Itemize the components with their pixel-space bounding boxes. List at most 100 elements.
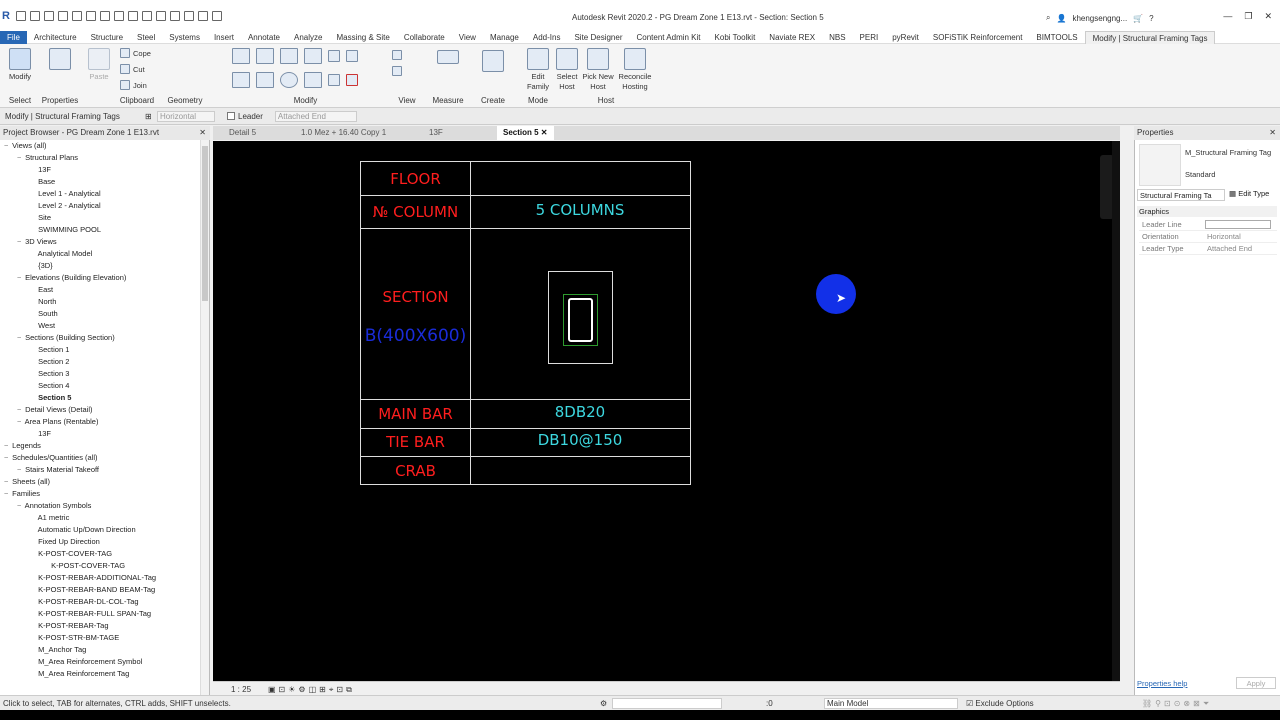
browser-item[interactable]: Section 4 xyxy=(30,380,69,392)
browser-item[interactable]: {3D} xyxy=(30,260,53,272)
property-value[interactable]: Attached End xyxy=(1207,243,1252,255)
ribbon-tab-pyrevit[interactable]: pyRevit xyxy=(885,31,926,44)
leader-checkbox[interactable] xyxy=(227,112,235,120)
browser-item[interactable]: A1 metric xyxy=(30,512,70,524)
browser-item[interactable]: K-POST-STR-BM-TAGE xyxy=(30,632,119,644)
close-hidden-icon[interactable] xyxy=(198,11,208,21)
align-icon[interactable] xyxy=(232,48,250,64)
property-value[interactable]: Horizontal xyxy=(1207,231,1241,243)
selection-filter-icons[interactable]: ⛓⚲⊡⊙⊗⊠⏷ xyxy=(1142,696,1212,711)
redo-icon[interactable] xyxy=(72,11,82,21)
browser-item[interactable]: K-POST-REBAR-DL-COL-Tag xyxy=(30,596,138,608)
ribbon-tab-peri[interactable]: PERI xyxy=(853,31,886,44)
browser-item[interactable]: K-POST-COVER-TAG xyxy=(30,548,112,560)
ribbon-tab-systems[interactable]: Systems xyxy=(162,31,207,44)
ribbon-tab-collaborate[interactable]: Collaborate xyxy=(397,31,452,44)
exclude-options-checkbox[interactable]: ☑ Exclude Options xyxy=(966,696,1034,711)
switch-windows-icon[interactable] xyxy=(212,11,222,21)
browser-item[interactable]: Section 3 xyxy=(30,368,69,380)
view-control-icons[interactable]: ▣⊡☀⚙◫⊞⌖⊡⧉ xyxy=(268,685,355,695)
browser-item[interactable]: Level 2 - Analytical xyxy=(30,200,101,212)
collapse-icon[interactable]: − xyxy=(4,476,10,488)
browser-item[interactable]: K-POST-REBAR-Tag xyxy=(30,620,108,632)
browser-item[interactable]: − Families xyxy=(4,488,40,500)
collapse-icon[interactable]: − xyxy=(17,404,23,416)
collapse-icon[interactable]: − xyxy=(4,140,10,152)
cut-button[interactable]: Cut xyxy=(120,64,145,74)
collapse-icon[interactable]: − xyxy=(4,440,10,452)
ribbon-tab-massing-site[interactable]: Massing & Site xyxy=(329,31,396,44)
properties-button[interactable] xyxy=(48,48,72,72)
scale-display[interactable]: 1 : 25 xyxy=(231,685,251,694)
browser-item[interactable]: 13F xyxy=(30,428,51,440)
minimize-icon[interactable]: — xyxy=(1223,11,1232,22)
collapse-icon[interactable]: − xyxy=(17,152,23,164)
browser-item[interactable]: M_Anchor Tag xyxy=(30,644,86,656)
close-tab-icon[interactable]: ✕ xyxy=(539,128,548,137)
close-icon[interactable]: ✕ xyxy=(1264,11,1272,22)
dimension-icon[interactable] xyxy=(114,11,124,21)
user-name[interactable]: khengsengng... xyxy=(1072,14,1127,23)
ribbon-tab-bimtools[interactable]: BIMTOOLS xyxy=(1029,31,1084,44)
text-icon[interactable] xyxy=(142,11,152,21)
browser-item[interactable]: − Annotation Symbols xyxy=(17,500,91,512)
measure-icon[interactable] xyxy=(100,11,110,21)
worksharing-icon[interactable]: ⚙ xyxy=(600,696,607,711)
restore-icon[interactable]: ❐ xyxy=(1244,11,1252,22)
browser-item[interactable]: East xyxy=(30,284,53,296)
paste-button[interactable]: Paste xyxy=(86,48,112,82)
thin-lines-icon[interactable] xyxy=(184,11,194,21)
browser-item[interactable]: − Elevations (Building Elevation) xyxy=(17,272,126,284)
save-icon[interactable] xyxy=(30,11,40,21)
section-icon[interactable] xyxy=(170,11,180,21)
view-tab[interactable]: Detail 5 xyxy=(229,126,256,140)
user-icon[interactable]: 👤 xyxy=(1056,14,1066,23)
browser-item[interactable]: M_Area Reinforcement Tag xyxy=(30,668,129,680)
browser-item[interactable]: K-POST-REBAR-BAND BEAM-Tag xyxy=(30,584,155,596)
browser-item[interactable]: − Area Plans (Rentable) xyxy=(17,416,98,428)
browser-item[interactable]: − Detail Views (Detail) xyxy=(17,404,92,416)
view-tab[interactable]: 1.0 Mez + 16.40 Copy 1 xyxy=(301,126,386,140)
browser-scrollbar[interactable] xyxy=(200,140,209,695)
view-tab[interactable]: Section 5 ✕ xyxy=(497,126,554,140)
browser-item[interactable]: Site xyxy=(30,212,51,224)
browser-item[interactable]: Section 2 xyxy=(30,356,69,368)
browser-item[interactable]: 13F xyxy=(30,164,51,176)
cart-icon[interactable]: 🛒 xyxy=(1133,14,1143,23)
ribbon-tab-content-admin-kit[interactable]: Content Admin Kit xyxy=(629,31,707,44)
scrollbar-vertical[interactable] xyxy=(1112,141,1120,681)
collapse-icon[interactable]: − xyxy=(17,464,23,476)
browser-scrollbar-thumb[interactable] xyxy=(202,146,208,301)
select-host-button[interactable]: Select Host xyxy=(554,48,580,92)
binoculars-icon[interactable]: ⌕ xyxy=(1046,13,1050,23)
graphics-section[interactable]: Graphics xyxy=(1137,206,1277,217)
schedule-table[interactable]: FLOOR № COLUMN 5 COLUMNS SECTION B(400X600) M… xyxy=(360,161,691,485)
collapse-icon[interactable]: − xyxy=(17,500,23,512)
collapse-icon[interactable]: − xyxy=(17,236,23,248)
ribbon-tab-site-designer[interactable]: Site Designer xyxy=(567,31,629,44)
browser-item[interactable]: South xyxy=(30,308,58,320)
join-button[interactable]: Join xyxy=(120,80,147,90)
reconcile-hosting-button[interactable]: Reconcile Hosting xyxy=(616,48,654,92)
browser-item[interactable]: − Views (all) xyxy=(4,140,47,152)
browser-item[interactable]: Base xyxy=(30,176,55,188)
ribbon-tab-manage[interactable]: Manage xyxy=(483,31,526,44)
browser-item[interactable]: North xyxy=(30,296,56,308)
ribbon-tab-insert[interactable]: Insert xyxy=(207,31,241,44)
browser-item[interactable]: − Legends xyxy=(4,440,41,452)
browser-item[interactable]: M_Area Reinforcement Symbol xyxy=(30,656,142,668)
property-row[interactable]: Orientation Horizontal xyxy=(1139,231,1277,243)
browser-item[interactable]: Automatic Up/Down Direction xyxy=(30,524,136,536)
tag-icon[interactable] xyxy=(128,11,138,21)
browser-item[interactable]: SWIMMING POOL xyxy=(30,224,101,236)
ribbon-tab-file[interactable]: File xyxy=(0,30,27,44)
ribbon-tab-view[interactable]: View xyxy=(452,31,483,44)
split-icon[interactable] xyxy=(328,50,340,62)
delete-icon[interactable] xyxy=(346,74,358,86)
browser-item[interactable]: West xyxy=(30,320,55,332)
rotate-icon[interactable] xyxy=(280,72,298,88)
apply-button[interactable]: Apply xyxy=(1236,677,1276,689)
print-icon[interactable] xyxy=(86,11,96,21)
schedule-row-value[interactable]: 8DB20 xyxy=(470,403,690,421)
property-row[interactable]: Leader Type Attached End xyxy=(1139,243,1277,255)
